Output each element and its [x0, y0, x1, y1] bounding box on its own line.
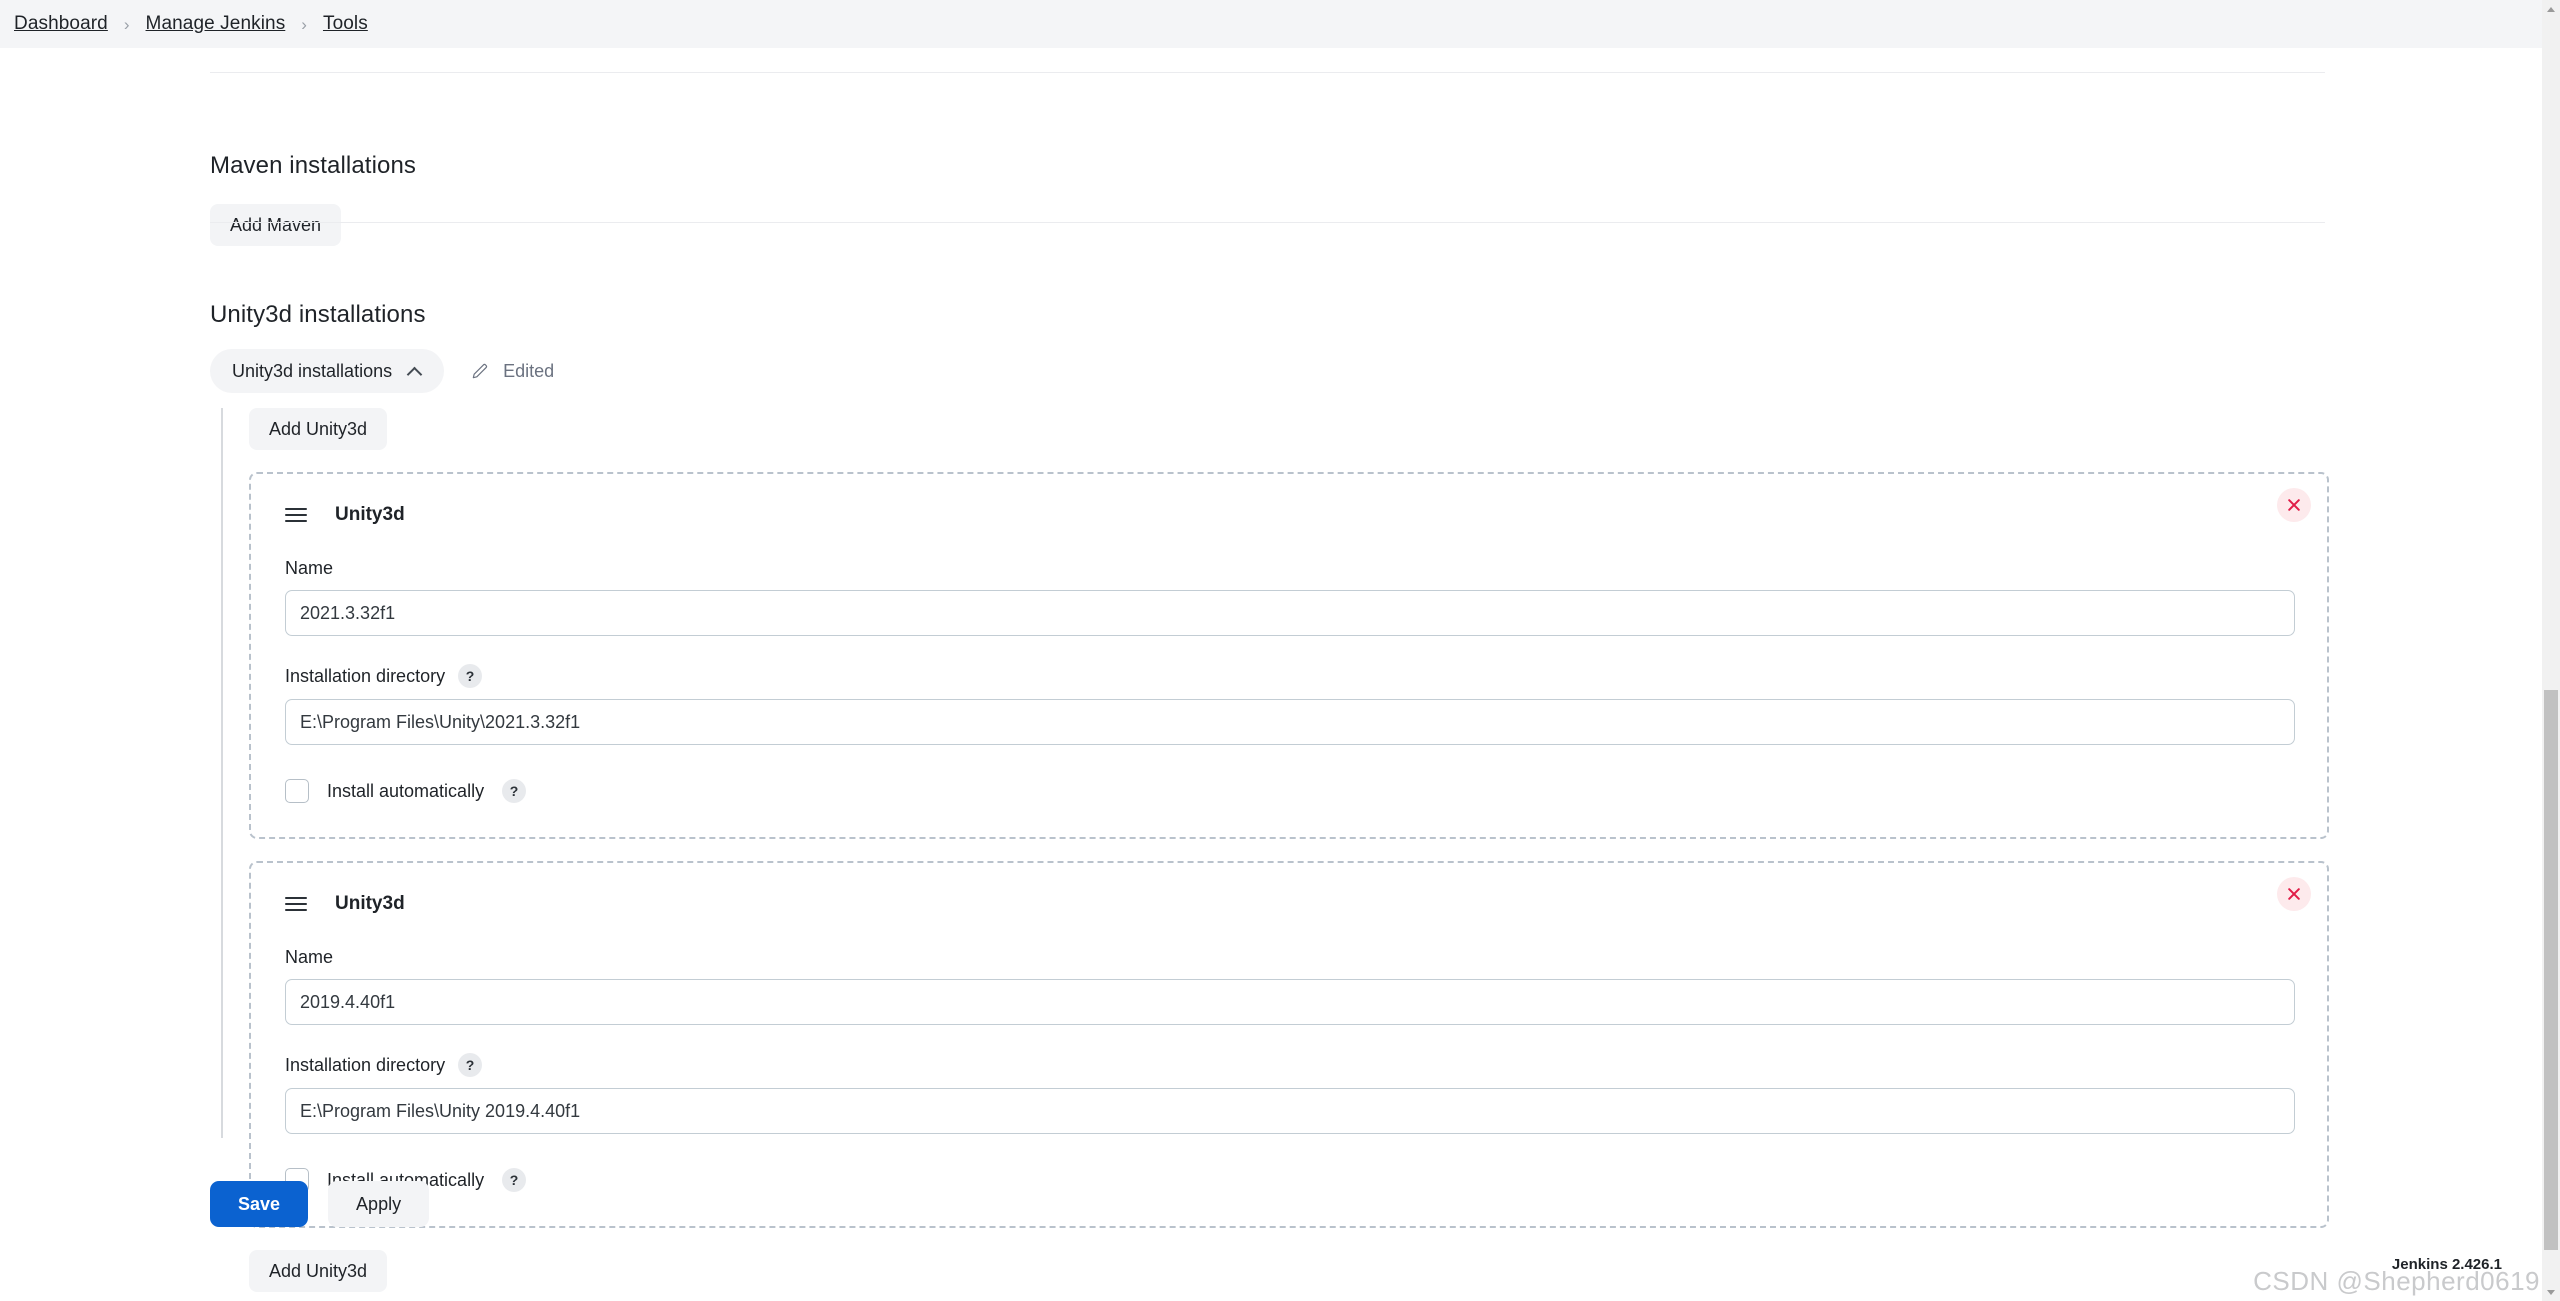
panel-header: Unity3d [285, 500, 2293, 530]
vertical-scrollbar[interactable] [2542, 0, 2560, 1301]
unity-installations-collapse-chip[interactable]: Unity3d installations [210, 349, 444, 393]
jenkins-version-footer: Jenkins 2.426.1 [2392, 1256, 2502, 1273]
installation-directory-label: Installation directory ? [285, 664, 2293, 688]
breadcrumb-item-dashboard[interactable]: Dashboard [14, 13, 108, 35]
pencil-icon [470, 361, 490, 381]
installation-directory-field-group: Installation directory ? [285, 1053, 2293, 1134]
scroll-up-arrow-icon[interactable] [2542, 0, 2560, 18]
maven-section-title: Maven installations [210, 152, 416, 180]
installation-directory-field-group: Installation directory ? [285, 664, 2293, 745]
help-icon[interactable]: ? [502, 779, 526, 803]
install-automatically-checkbox[interactable] [285, 779, 309, 803]
chevron-up-icon [408, 367, 422, 376]
installation-directory-input[interactable] [285, 1088, 2295, 1134]
name-input[interactable] [285, 590, 2295, 636]
installation-directory-input[interactable] [285, 699, 2295, 745]
name-label: Name [285, 558, 2293, 579]
unity-chip-label: Unity3d installations [232, 361, 392, 382]
unity3d-installation-panel: Unity3d Name Installation directory ? In… [249, 861, 2329, 1228]
name-field-group: Name [285, 558, 2293, 636]
section-divider-unity [210, 222, 2325, 223]
help-icon[interactable]: ? [502, 1168, 526, 1192]
drag-handle-icon[interactable] [285, 897, 307, 911]
name-field-group: Name [285, 947, 2293, 1025]
install-automatically-row: Install automatically ? [285, 779, 2293, 803]
close-icon [2287, 498, 2301, 512]
scroll-down-arrow-icon[interactable] [2542, 1283, 2560, 1301]
install-automatically-row: Install automatically ? [285, 1168, 2293, 1192]
breadcrumb: Dashboard › Manage Jenkins › Tools [0, 0, 2560, 48]
panel-header: Unity3d [285, 889, 2293, 919]
add-unity3d-button-bottom[interactable]: Add Unity3d [249, 1250, 387, 1292]
name-input[interactable] [285, 979, 2295, 1025]
form-actions: Save Apply [210, 1181, 429, 1227]
delete-installation-button[interactable] [2277, 877, 2311, 911]
close-icon [2287, 887, 2301, 901]
add-unity3d-button-top[interactable]: Add Unity3d [249, 408, 387, 450]
installation-directory-label: Installation directory ? [285, 1053, 2293, 1077]
add-maven-button[interactable]: Add Maven [210, 204, 341, 246]
unity-section-title: Unity3d installations [210, 301, 426, 329]
panel-title: Unity3d [335, 504, 405, 526]
delete-installation-button[interactable] [2277, 488, 2311, 522]
help-icon[interactable]: ? [458, 1053, 482, 1077]
drag-handle-icon[interactable] [285, 508, 307, 522]
install-automatically-label: Install automatically [327, 781, 484, 802]
breadcrumb-item-tools[interactable]: Tools [323, 13, 368, 35]
name-label: Name [285, 947, 2293, 968]
apply-button[interactable]: Apply [328, 1181, 429, 1227]
unity-installations-group: Add Unity3d Unity3d Name [221, 408, 2329, 1138]
tools-configuration-page: Maven installations Add Maven Unity3d in… [0, 48, 2542, 1301]
breadcrumb-separator: › [301, 16, 307, 33]
edited-status: Edited [470, 361, 554, 382]
panel-title: Unity3d [335, 893, 405, 915]
breadcrumb-item-manage-jenkins[interactable]: Manage Jenkins [146, 13, 286, 35]
help-icon[interactable]: ? [458, 664, 482, 688]
unity3d-installation-panel: Unity3d Name Installation directory ? In… [249, 472, 2329, 839]
unity-section-toolbar: Unity3d installations Edited [210, 349, 554, 393]
edited-label: Edited [503, 361, 554, 382]
breadcrumb-separator: › [124, 16, 130, 33]
save-button[interactable]: Save [210, 1181, 308, 1227]
section-divider-maven [210, 72, 2325, 73]
scrollbar-thumb[interactable] [2544, 690, 2558, 1250]
